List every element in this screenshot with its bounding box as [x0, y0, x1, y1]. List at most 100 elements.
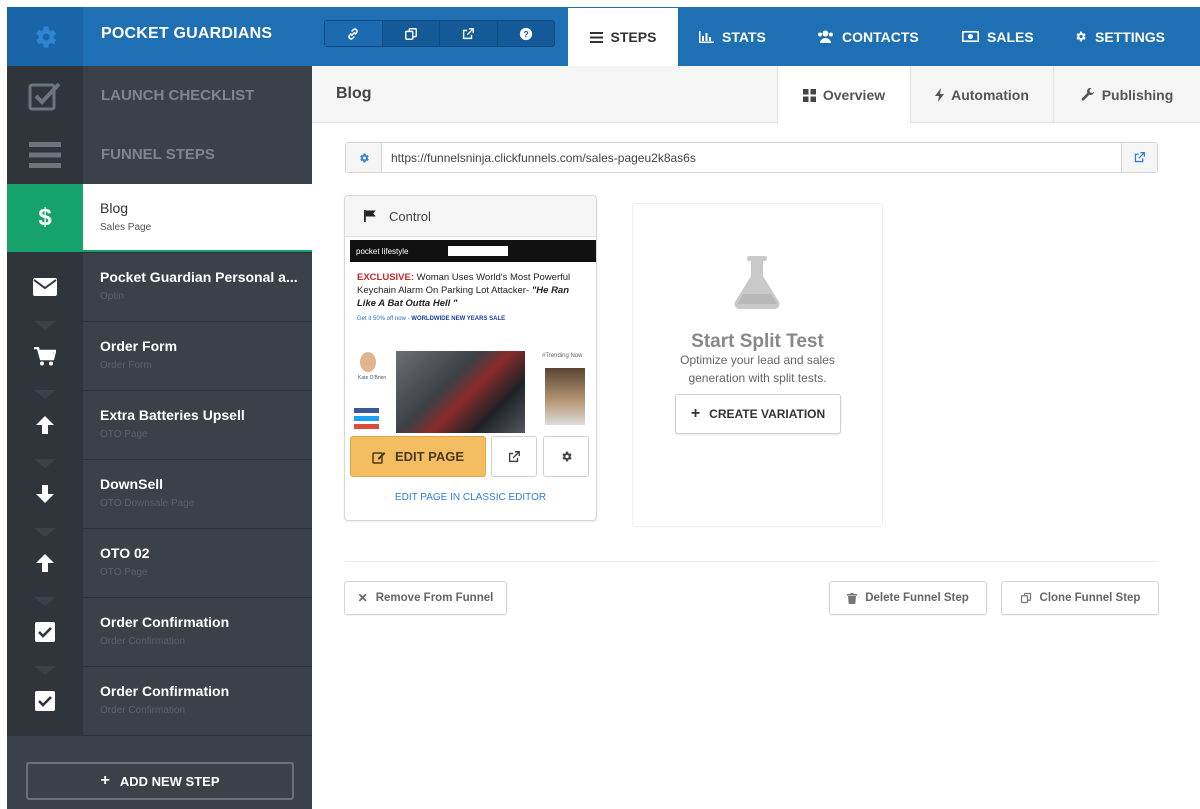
step-connector: [34, 736, 56, 745]
help-icon[interactable]: ?: [498, 21, 555, 46]
copy-icon[interactable]: [383, 21, 440, 46]
funnel-step[interactable]: DownSell OTO Downsale Page: [7, 459, 312, 529]
tab-label: SALES: [987, 28, 1034, 45]
checklist-icon: [7, 66, 83, 125]
gear-icon: [561, 451, 572, 462]
page-url[interactable]: https://funnelsninja.clickfunnels.com/sa…: [382, 143, 1121, 172]
tab-sales[interactable]: SALES: [962, 7, 1034, 66]
preview-photo-small: [545, 368, 585, 425]
preview-social-button: [354, 408, 379, 413]
cart-icon: [7, 321, 83, 390]
remove-from-funnel-button[interactable]: ✕ Remove From Funnel: [344, 581, 507, 615]
preview-promo-bold: WORLDWIDE NEW YEARS SALE: [411, 316, 506, 323]
funnel-step[interactable]: Extra Batteries Upsell OTO Page: [7, 390, 312, 460]
external-link-icon[interactable]: [440, 21, 498, 46]
top-bar: POCKET GUARDIANS ? STEPS STATS CONTACTS …: [7, 7, 1200, 66]
clone-label: Clone Funnel Step: [1039, 592, 1141, 604]
edit-classic-editor-link[interactable]: EDIT PAGE IN CLASSIC EDITOR: [345, 492, 596, 503]
split-test-description: Optimize your lead and sales generation …: [680, 353, 835, 385]
tab-label: STATS: [722, 28, 766, 45]
preview-header: pocket lifestyle: [350, 240, 596, 262]
delete-funnel-step-button[interactable]: Delete Funnel Step: [829, 581, 987, 615]
envelope-icon: [7, 253, 83, 321]
sidebar-item-funnel-steps[interactable]: FUNNEL STEPS: [7, 125, 312, 184]
step-title: Order Confirmation: [100, 614, 230, 630]
funnel-step[interactable]: $ Blog Sales Page: [7, 184, 312, 253]
app-frame: POCKET GUARDIANS ? STEPS STATS CONTACTS …: [7, 7, 1200, 809]
external-link-icon[interactable]: [1121, 143, 1157, 172]
main-content: Blog Overview Automation Publishing http…: [312, 66, 1200, 809]
step-subtitle: Order Confirmation: [100, 636, 186, 647]
card-header: Control: [345, 196, 596, 237]
page-url-bar: https://funnelsninja.clickfunnels.com/sa…: [345, 142, 1158, 173]
arrow-up-icon: [7, 528, 83, 597]
step-subtitle: OTO Page: [100, 567, 148, 578]
create-variation-label: CREATE VARIATION: [709, 407, 826, 421]
funnel-step[interactable]: Order Form Order Form: [7, 321, 312, 391]
delete-label: Delete Funnel Step: [865, 592, 969, 604]
flask-icon: [734, 256, 780, 309]
preview-search: [448, 246, 509, 256]
close-icon: ✕: [357, 591, 368, 605]
edit-page-button[interactable]: EDIT PAGE: [350, 436, 486, 477]
control-label: Control: [389, 208, 431, 224]
page-title: Blog: [336, 85, 372, 102]
preview-headline-red: EXCLUSIVE:: [357, 272, 415, 283]
checkbox-icon: [7, 666, 83, 735]
funnel-step[interactable]: Order Confirmation Order Confirmation: [7, 666, 312, 736]
add-new-step-button[interactable]: + ADD NEW STEP: [26, 762, 294, 800]
arrow-up-icon: [7, 390, 83, 459]
tab-contacts[interactable]: CONTACTS: [817, 7, 919, 66]
grid-icon: [802, 88, 816, 102]
tab-publishing[interactable]: Publishing: [1053, 66, 1200, 123]
create-variation-button[interactable]: + CREATE VARIATION: [675, 394, 841, 434]
gear-icon[interactable]: [7, 7, 83, 66]
divider: [345, 561, 1158, 562]
tab-label: Publishing: [1101, 86, 1174, 103]
preview-promo: Get it 50% off now - WORLDWIDE NEW YEARS…: [350, 310, 596, 328]
tab-label: Overview: [822, 87, 886, 103]
preview-social-button: [354, 416, 379, 421]
step-subtitle: OTO Page: [100, 429, 148, 440]
preview-page-button[interactable]: [491, 436, 537, 477]
step-subtitle: Sales Page: [100, 222, 152, 233]
gear-icon: [1076, 31, 1086, 42]
tab-automation[interactable]: Automation: [910, 66, 1053, 123]
flag-icon: [364, 210, 376, 222]
link-icon[interactable]: [325, 21, 383, 46]
funnel-step[interactable]: Pocket Guardian Personal a... Optin: [7, 253, 312, 322]
users-icon: [818, 30, 833, 43]
plus-icon: +: [100, 772, 110, 789]
list-icon: [589, 31, 603, 43]
bar-chart-icon: [699, 30, 714, 43]
trash-icon: [847, 592, 858, 604]
step-subtitle: OTO Downsale Page: [100, 498, 195, 509]
brand-name: POCKET GUARDIANS: [101, 25, 273, 42]
external-link-icon: [508, 450, 520, 462]
preview-author-name: Kate O'Brien: [358, 375, 387, 381]
preview-author-avatar: [360, 352, 376, 372]
wrench-icon: [1081, 87, 1094, 100]
remove-label: Remove From Funnel: [375, 592, 494, 604]
edit-icon: [372, 451, 386, 464]
funnel-step[interactable]: Order Confirmation Order Confirmation: [7, 597, 312, 667]
tab-settings[interactable]: SETTINGS: [1074, 7, 1165, 66]
control-variant-card: Control pocket lifestyle EXCLUSIVE: Woma…: [344, 195, 597, 521]
clone-funnel-step-button[interactable]: Clone Funnel Step: [1001, 581, 1159, 615]
step-title: OTO 02: [100, 545, 150, 561]
preview-headline: EXCLUSIVE: Woman Uses World's Most Power…: [350, 262, 596, 310]
funnel-step[interactable]: OTO 02 OTO Page: [7, 528, 312, 598]
gear-icon[interactable]: [346, 143, 382, 172]
page-preview-thumbnail[interactable]: pocket lifestyle EXCLUSIVE: Woman Uses W…: [350, 240, 596, 433]
bolt-icon: [935, 87, 945, 102]
step-title: DownSell: [100, 476, 164, 492]
dollar-icon: $: [7, 184, 83, 252]
tab-overview[interactable]: Overview: [777, 66, 910, 124]
sidebar-item-launch-checklist[interactable]: LAUNCH CHECKLIST: [7, 66, 312, 125]
add-step-label: ADD NEW STEP: [119, 773, 220, 789]
page-settings-button[interactable]: [543, 436, 589, 477]
sidebar-item-label: FUNNEL STEPS: [83, 125, 312, 184]
tab-stats[interactable]: STATS: [699, 7, 766, 66]
preview-social-button: [354, 424, 379, 429]
tab-steps[interactable]: STEPS: [568, 8, 678, 66]
